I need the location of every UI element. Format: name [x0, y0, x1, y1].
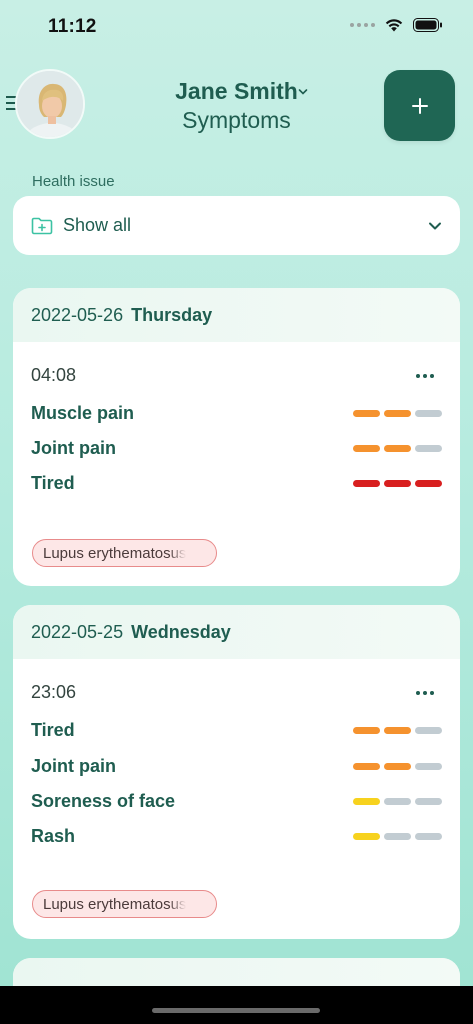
- day-header: 2022-05-26 Thursday: [13, 288, 460, 342]
- severity-segment: [384, 409, 411, 417]
- folder-add-icon: [31, 217, 53, 234]
- severity-segment: [384, 726, 411, 734]
- severity-indicator: [353, 444, 442, 452]
- filter-value: Show all: [63, 215, 132, 235]
- severity-segment: [384, 444, 411, 452]
- health-issue-tag[interactable]: Lupus erythematosus: [32, 890, 217, 918]
- symptom-row: Joint pain: [31, 436, 442, 460]
- severity-segment: [415, 832, 442, 840]
- severity-segment: [415, 797, 442, 805]
- entry-time: 04:08: [31, 365, 77, 385]
- symptom-row: Joint pain: [31, 754, 442, 778]
- day-card: 2022-05-25 Wednesday 23:06 Tired Joint p…: [13, 605, 460, 939]
- plus-icon: [411, 97, 428, 114]
- symptom-name: Muscle pain: [31, 402, 135, 423]
- symptom-name: Joint pain: [31, 755, 116, 776]
- symptom-row: Rash: [31, 824, 442, 848]
- severity-segment: [353, 762, 380, 770]
- symptom-row: Tired: [31, 471, 442, 495]
- day-header: 2022-05-25 Wednesday: [13, 605, 460, 659]
- entry-time: 23:06: [31, 682, 77, 702]
- severity-indicator: [353, 409, 442, 417]
- severity-segment: [384, 479, 411, 487]
- symptom-name: Joint pain: [31, 437, 116, 458]
- more-options-icon[interactable]: [416, 691, 434, 695]
- chevron-down-icon[interactable]: [298, 88, 308, 96]
- severity-indicator: [353, 832, 442, 840]
- health-issue-select[interactable]: Show all: [13, 196, 460, 255]
- severity-segment: [353, 797, 380, 805]
- status-icons: [350, 18, 443, 32]
- severity-segment: [384, 797, 411, 805]
- day-weekday: Wednesday: [131, 621, 231, 642]
- add-symptom-button[interactable]: [384, 70, 455, 141]
- status-time: 11:12: [48, 16, 97, 37]
- filter-label: Health issue: [32, 173, 115, 190]
- home-bar: [0, 986, 473, 1024]
- chevron-down-icon: [429, 222, 441, 229]
- severity-indicator: [353, 479, 442, 487]
- severity-segment: [384, 832, 411, 840]
- health-issue-tag[interactable]: Lupus erythematosus: [32, 539, 217, 567]
- severity-indicator: [353, 762, 442, 770]
- symptom-row: Tired: [31, 718, 442, 742]
- severity-indicator: [353, 726, 442, 734]
- tag-label: Lupus erythematosus: [43, 544, 187, 562]
- severity-segment: [353, 726, 380, 734]
- day-weekday: Thursday: [131, 304, 213, 325]
- symptom-name: Tired: [31, 472, 75, 493]
- symptom-row: Muscle pain: [31, 401, 442, 425]
- tag-label: Lupus erythematosus: [43, 895, 187, 913]
- severity-segment: [415, 762, 442, 770]
- severity-segment: [415, 444, 442, 452]
- day-card: 2022-05-26 Thursday 04:08 Muscle pain Jo…: [13, 288, 460, 586]
- severity-segment: [415, 726, 442, 734]
- symptom-row: Soreness of face: [31, 789, 442, 813]
- symptom-name: Tired: [31, 719, 75, 740]
- severity-segment: [353, 409, 380, 417]
- status-bar: 11:12: [0, 0, 473, 54]
- symptom-name: Soreness of face: [31, 790, 176, 811]
- home-indicator[interactable]: [152, 1008, 320, 1013]
- severity-segment: [415, 479, 442, 487]
- profile-name[interactable]: Jane Smith: [175, 78, 298, 105]
- severity-segment: [353, 479, 380, 487]
- severity-segment: [353, 444, 380, 452]
- cellular-signal-icon: [350, 23, 375, 27]
- day-date: 2022-05-26: [31, 304, 124, 325]
- severity-segment: [415, 409, 442, 417]
- symptom-name: Rash: [31, 825, 76, 846]
- battery-icon: [413, 18, 442, 32]
- severity-segment: [353, 832, 380, 840]
- wifi-icon: [385, 19, 403, 32]
- day-date: 2022-05-25: [31, 621, 124, 642]
- severity-indicator: [353, 797, 442, 805]
- more-options-icon[interactable]: [416, 374, 434, 378]
- severity-segment: [384, 762, 411, 770]
